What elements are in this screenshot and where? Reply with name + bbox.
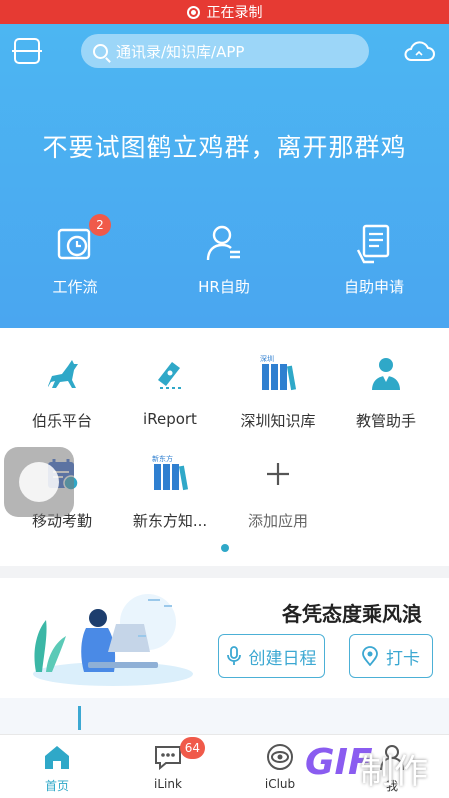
search-input[interactable]: 通讯录/知识库/APP	[81, 34, 369, 68]
user-card-icon	[202, 222, 246, 266]
app-xdf-knowledge[interactable]: 新东方 新东方知...	[114, 454, 226, 531]
section-divider	[0, 566, 449, 578]
tab-label: iLink	[154, 777, 182, 791]
books-icon: 深圳	[260, 354, 297, 391]
search-icon	[93, 43, 108, 59]
app-grid: 伯乐平台 iReport 深圳 深圳知识库 教管助手 移动考勤 新东方 新东方知…	[0, 328, 449, 566]
slogan-text: 不要试图鹤立鸡群，离开那群鸡	[42, 133, 407, 162]
quick-action-label: HR自助	[198, 278, 250, 296]
quick-action-label: 工作流	[52, 278, 98, 296]
promo-card: 各凭态度乘风浪 创建日程 打卡	[0, 578, 449, 698]
quick-action-hr[interactable]: HR自助	[169, 222, 279, 297]
recording-status-bar: 正在录制	[0, 0, 449, 24]
recording-label: 正在录制	[206, 5, 263, 21]
record-icon	[186, 5, 200, 19]
app-label: 新东方知...	[132, 512, 208, 530]
tab-home[interactable]: 首页	[22, 743, 92, 794]
chat-bubble-icon: 64	[153, 737, 205, 771]
horse-icon	[48, 360, 78, 388]
books-icon-caption: 新东方	[152, 454, 173, 463]
search-placeholder: 通讯录/知识库/APP	[116, 42, 245, 61]
checkin-label: 打卡	[386, 648, 420, 669]
gif-watermark-text: 制作	[360, 752, 428, 792]
document-hand-icon	[352, 222, 396, 266]
app-label: 伯乐平台	[31, 412, 92, 430]
workflow-badge: 2	[89, 214, 111, 236]
books-icon: 新东方	[152, 454, 189, 491]
hero-header: 通讯录/知识库/APP 不要试图鹤立鸡群，离开那群鸡 2 工作流 HR自助 自助…	[0, 24, 449, 328]
clock-icon: 2	[53, 214, 111, 266]
microphone-icon	[226, 646, 241, 665]
scan-icon[interactable]	[12, 38, 42, 64]
page-indicator[interactable]	[221, 544, 229, 552]
app-label: iReport	[143, 410, 197, 428]
app-teaching-assistant[interactable]: 教管助手	[330, 354, 442, 431]
books-icon-caption: 深圳	[260, 354, 274, 363]
eye-icon	[265, 743, 295, 771]
app-label: 添加应用	[247, 512, 308, 530]
news-marker	[78, 706, 81, 730]
quick-action-workflow[interactable]: 2 工作流	[20, 214, 130, 297]
app-bole[interactable]: 伯乐平台	[6, 354, 118, 431]
quick-action-label: 自助申请	[343, 278, 404, 296]
app-shenzhen-knowledge[interactable]: 深圳 深圳知识库	[222, 354, 334, 431]
app-add[interactable]: 添加应用	[222, 454, 334, 531]
create-schedule-label: 创建日程	[248, 648, 317, 669]
app-ireport[interactable]: iReport	[114, 354, 226, 428]
plus-icon	[267, 463, 289, 485]
illustration-woman-laptop	[33, 594, 193, 686]
create-schedule-button[interactable]: 创建日程	[218, 634, 325, 678]
app-label: 深圳知识库	[240, 412, 316, 430]
promo-title: 各凭态度乘风浪	[282, 602, 422, 626]
news-strip[interactable]	[0, 698, 449, 734]
quick-action-apply[interactable]: 自助申请	[319, 222, 429, 297]
cloud-icon[interactable]	[403, 40, 435, 62]
ilink-badge: 64	[179, 737, 205, 759]
tab-ilink[interactable]: 64 iLink	[133, 737, 205, 791]
app-label: 教管助手	[355, 412, 416, 430]
teacher-icon	[372, 358, 400, 390]
location-pin-icon	[362, 646, 378, 666]
checkin-button[interactable]: 打卡	[349, 634, 433, 678]
assistive-touch-button[interactable]	[4, 447, 74, 517]
home-icon	[42, 743, 72, 771]
tab-label: 首页	[44, 779, 69, 793]
pen-icon	[158, 362, 184, 389]
